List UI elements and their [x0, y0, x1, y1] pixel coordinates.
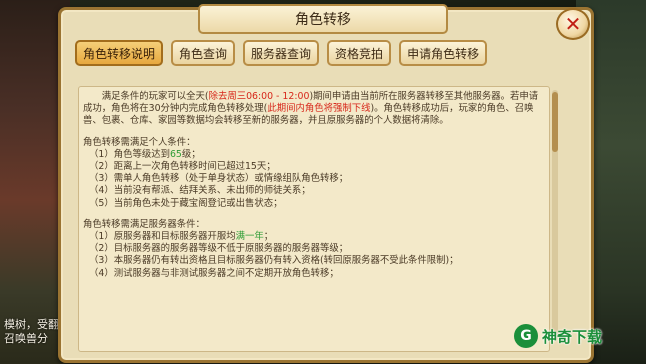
- personal-item: （4）当前没有帮派、结拜关系、未出师的师徒关系；: [89, 185, 311, 197]
- server-item: （1）原服务器和目标服务器开服均满一年；: [83, 231, 545, 243]
- item-text: 级；: [181, 148, 201, 160]
- item-text: （1）原服务器和目标服务器开服均: [89, 231, 236, 243]
- intro-red-text: 此期间内角色将强制下线: [267, 103, 371, 115]
- dialog-title: 角色转移: [198, 4, 448, 34]
- personal-heading: 角色转移需满足个人条件：: [83, 136, 196, 148]
- close-icon[interactable]: ✕: [556, 8, 590, 40]
- info-text: 满足条件的玩家可以全天(除去周三06:00 - 12:00)期间申请由当前所在服…: [83, 91, 545, 280]
- tab-qualification-auction[interactable]: 资格竞拍: [327, 40, 392, 66]
- intro-text: 满足条件的玩家可以全天(: [101, 91, 209, 102]
- item-text: ；: [263, 231, 274, 243]
- watermark-icon: G: [514, 324, 538, 348]
- item-text: （1）角色等级达到: [89, 148, 170, 160]
- intro-paragraph: 满足条件的玩家可以全天(除去周三06:00 - 12:00)期间申请由当前所在服…: [83, 91, 545, 128]
- personal-item: （2）距离上一次角色转移时间已超过15天；: [89, 161, 276, 173]
- personal-item: （5）当前角色未处于藏宝阁登记或出售状态；: [89, 197, 283, 209]
- watermark-text: 神奇下载: [542, 327, 603, 346]
- server-item: （4）测试服务器与非测试服务器之间不定期开放角色转移；: [89, 267, 339, 279]
- tab-apply-transfer[interactable]: 申请角色转移: [399, 40, 488, 66]
- personal-item: （1）角色等级达到65级；: [83, 149, 545, 161]
- background-chat: 模树，受翻 召唤兽分: [4, 318, 59, 346]
- intro-red-text: 除去周三06:00 - 12:00: [208, 91, 310, 102]
- tab-bar: 角色转移说明 角色查询 服务器查询 资格竞拍 申请角色转移: [75, 40, 495, 66]
- server-heading: 角色转移需满足服务器条件：: [83, 218, 205, 230]
- item-highlight: 满一年: [235, 231, 264, 243]
- chat-line: 召唤兽分: [4, 332, 48, 345]
- tab-role-transfer-info[interactable]: 角色转移说明: [75, 40, 164, 66]
- scrollbar-thumb[interactable]: [552, 92, 558, 152]
- server-item: （3）本服务器仍有转出资格且目标服务器仍有转入资格(转回原服务器不受此条件限制)…: [89, 255, 459, 267]
- chat-line: 模树，受翻: [4, 318, 59, 331]
- personal-item: （3）需单人角色转移（处于单身状态）或情缘组队角色转移；: [89, 173, 349, 185]
- tab-server-query[interactable]: 服务器查询: [243, 40, 320, 66]
- tab-role-query[interactable]: 角色查询: [171, 40, 236, 66]
- item-highlight: 65: [169, 148, 182, 160]
- info-content-panel: 满足条件的玩家可以全天(除去周三06:00 - 12:00)期间申请由当前所在服…: [78, 86, 550, 352]
- watermark-logo: G 神奇下载: [514, 324, 602, 348]
- server-item: （2）目标服务器的服务器等级不低于原服务器的服务器等级；: [89, 243, 349, 255]
